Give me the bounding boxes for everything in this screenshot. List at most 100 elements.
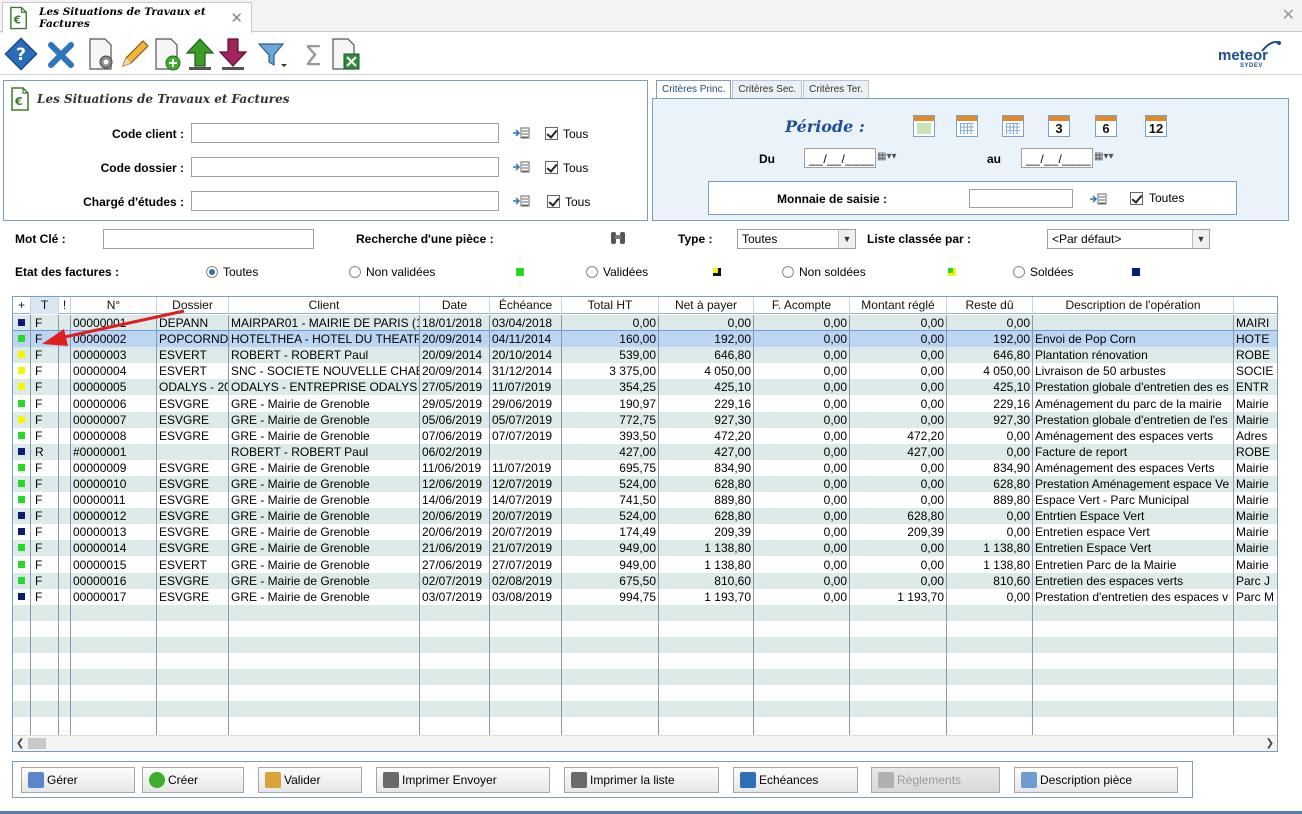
scroll-left-icon[interactable]: ❮ (16, 738, 24, 749)
imprimer-envoyer-button[interactable]: Imprimer Envoyer (376, 767, 550, 793)
radio-validees[interactable] (586, 266, 598, 278)
table-row[interactable]: F 00000012 ESVGRE GRE - Mairie de Grenoble 2… (13, 508, 1277, 525)
table-row[interactable]: F 00000001 DEPANN MAIRPAR01 - MAIRIE DE PAR… (13, 315, 1277, 331)
table-row[interactable]: F 00000008 ESVGRE GRE - Mairie de Grenoble 0… (13, 427, 1277, 444)
table-row[interactable]: F 00000010 ESVGRE GRE - Mairie de Grenoble 1… (13, 476, 1277, 492)
period-12-months-button[interactable]: 12 (1145, 115, 1167, 137)
column-header[interactable]: Net à payer (659, 297, 754, 314)
code-client-input[interactable] (191, 123, 499, 143)
period-6-months-button[interactable]: 6 (1095, 115, 1117, 137)
help-icon[interactable]: ? (4, 36, 38, 72)
period-3-months-button[interactable]: 3 (1048, 115, 1070, 137)
empty-row (13, 604, 1277, 621)
radio-non-validees[interactable] (349, 266, 361, 278)
cell-t: F (31, 395, 59, 412)
echeances-button[interactable]: Echéances (733, 767, 858, 793)
cell-ht: 772,75 (562, 411, 659, 428)
type-select[interactable]: Toutes ▼ (737, 229, 856, 249)
monnaie-input[interactable] (969, 189, 1073, 208)
excel-export-icon[interactable] (329, 36, 363, 72)
column-header[interactable]: Date (420, 297, 490, 314)
table-row[interactable]: F 00000014 ESVGRE GRE - Mairie de Grenoble 2… (13, 540, 1277, 557)
edit-pencil-icon[interactable] (117, 36, 151, 72)
settings-document-icon[interactable] (84, 36, 118, 72)
description-piece-button[interactable]: Description pièce (1014, 767, 1178, 793)
tab-criteres-ter[interactable]: Critères Ter. (803, 80, 869, 99)
column-header[interactable]: F. Acompte (754, 297, 850, 314)
sum-sigma-icon[interactable]: Σ (296, 36, 330, 72)
table-row[interactable]: F 00000017 ESVGRE GRE - Mairie de Grenoble 0… (13, 588, 1277, 605)
horizontal-scrollbar[interactable]: ❮ ❯ (13, 735, 1277, 751)
calendar-dropdown-icon[interactable]: ▦▾▾ (1094, 151, 1126, 165)
document-tab[interactable]: € Les Situations de Travaux et Factures … (2, 2, 252, 33)
calendar-dropdown-icon[interactable]: ▦▾▾ (877, 151, 909, 165)
delete-icon[interactable] (44, 36, 78, 72)
cell-t: F (31, 540, 59, 557)
mot-cle-input[interactable] (103, 229, 314, 249)
list-picker-icon[interactable] (512, 126, 530, 140)
table-row[interactable]: F 00000013 ESVGRE GRE - Mairie de Grenoble 2… (13, 524, 1277, 541)
table-row[interactable]: F 00000005 ODALYS - 20 ODALYS - ENTREPRISE … (13, 379, 1277, 396)
meteor-logo: meteor SYDEV (1218, 39, 1288, 71)
tab-criteres-princ[interactable]: Critères Princ. (656, 80, 732, 100)
table-row[interactable]: F 00000009 ESVGRE GRE - Mairie de Grenoble 1… (13, 459, 1277, 476)
list-picker-icon[interactable] (1089, 192, 1107, 206)
cell-net: 0,00 (659, 315, 754, 331)
table-row[interactable]: F 00000003 ESVERT ROBERT - ROBERT Paul 20/09… (13, 347, 1277, 364)
tab-criteres-sec[interactable]: Critères Sec. (732, 80, 803, 99)
table-row[interactable]: F 00000007 ESVGRE GRE - Mairie de Grenoble 0… (13, 411, 1277, 428)
radio-toutes[interactable] (206, 266, 218, 278)
reglements-button[interactable]: Règlements (871, 767, 1000, 793)
column-header[interactable] (1234, 297, 1277, 314)
new-document-icon[interactable] (150, 36, 184, 72)
date-au-input[interactable]: __/__/____ (1021, 148, 1093, 168)
code-dossier-input[interactable] (191, 157, 499, 177)
liste-classee-select[interactable]: <Par défaut> ▼ (1047, 229, 1210, 249)
table-row[interactable]: F 00000015 ESVERT GRE - Mairie de Grenoble 2… (13, 556, 1277, 573)
table-row[interactable]: F 00000011 ESVGRE GRE - Mairie de Grenoble 1… (13, 492, 1277, 509)
radio-soldees[interactable] (1013, 266, 1025, 278)
cell-desc (1033, 315, 1234, 331)
table-row[interactable]: R #0000001 ROBERT - ROBERT Paul 06/02/2019 4… (13, 443, 1277, 460)
tab-close-icon[interactable]: ✕ (230, 9, 243, 27)
cell-desc: Entretien Espace Vert (1033, 540, 1234, 557)
date-du-input[interactable]: __/__/____ (804, 148, 876, 168)
window-close-icon[interactable]: ✕ (1282, 5, 1295, 25)
table-row[interactable]: F 00000002 POPCORND HOTELTHEA - HOTEL DU TH… (13, 330, 1277, 349)
export-down-arrow-icon[interactable] (216, 36, 250, 72)
creer-button[interactable]: Créer (142, 767, 244, 793)
cell-extra: Parc J (1234, 573, 1277, 589)
scroll-thumb[interactable] (28, 738, 46, 749)
list-picker-icon[interactable] (512, 194, 530, 208)
charge-etudes-input[interactable] (191, 191, 499, 211)
list-picker-icon[interactable] (512, 160, 530, 174)
valider-button[interactable]: Valider (258, 767, 362, 793)
table-row[interactable]: F 00000016 ESVGRE GRE - Mairie de Grenoble 0… (13, 572, 1277, 589)
binoculars-icon[interactable] (609, 230, 627, 246)
code-client-tous-checkbox[interactable] (545, 127, 558, 140)
period-month-button[interactable] (1002, 115, 1024, 137)
monnaie-toutes-checkbox[interactable] (1130, 192, 1143, 205)
column-header[interactable]: Montant réglé (850, 297, 947, 314)
filter-icon[interactable] (255, 36, 289, 72)
charge-etudes-tous-checkbox[interactable] (547, 195, 560, 208)
code-dossier-tous-checkbox[interactable] (545, 161, 558, 174)
import-up-arrow-icon[interactable] (183, 36, 217, 72)
column-header[interactable]: Description de l'opération (1033, 297, 1234, 314)
period-day-button[interactable] (913, 115, 935, 137)
table-row[interactable]: F 00000004 ESVERT SNC - SOCIETE NOUVELLE CH… (13, 363, 1277, 380)
cell-n: 00000015 (71, 556, 157, 573)
column-header[interactable]: + (13, 297, 31, 314)
column-header[interactable]: Client (229, 297, 420, 314)
invoices-table: + T! N° Dossier Client Date Échéance Total HT Ne… (12, 296, 1278, 752)
gerer-button[interactable]: Gérer (21, 767, 135, 793)
imprimer-la-liste-button[interactable]: Imprimer la liste (564, 767, 719, 793)
period-week-button[interactable] (956, 115, 978, 137)
radio-non-soldees[interactable] (782, 266, 794, 278)
scroll-right-icon[interactable]: ❯ (1266, 738, 1274, 749)
table-row[interactable]: F 00000006 ESVGRE GRE - Mairie de Grenoble 2… (13, 395, 1277, 412)
column-header[interactable]: Total HT (562, 297, 659, 314)
column-header[interactable]: Reste dû (947, 297, 1033, 314)
cell-dossier: ESVGRE (157, 476, 229, 492)
column-header[interactable]: Échéance (490, 297, 562, 314)
